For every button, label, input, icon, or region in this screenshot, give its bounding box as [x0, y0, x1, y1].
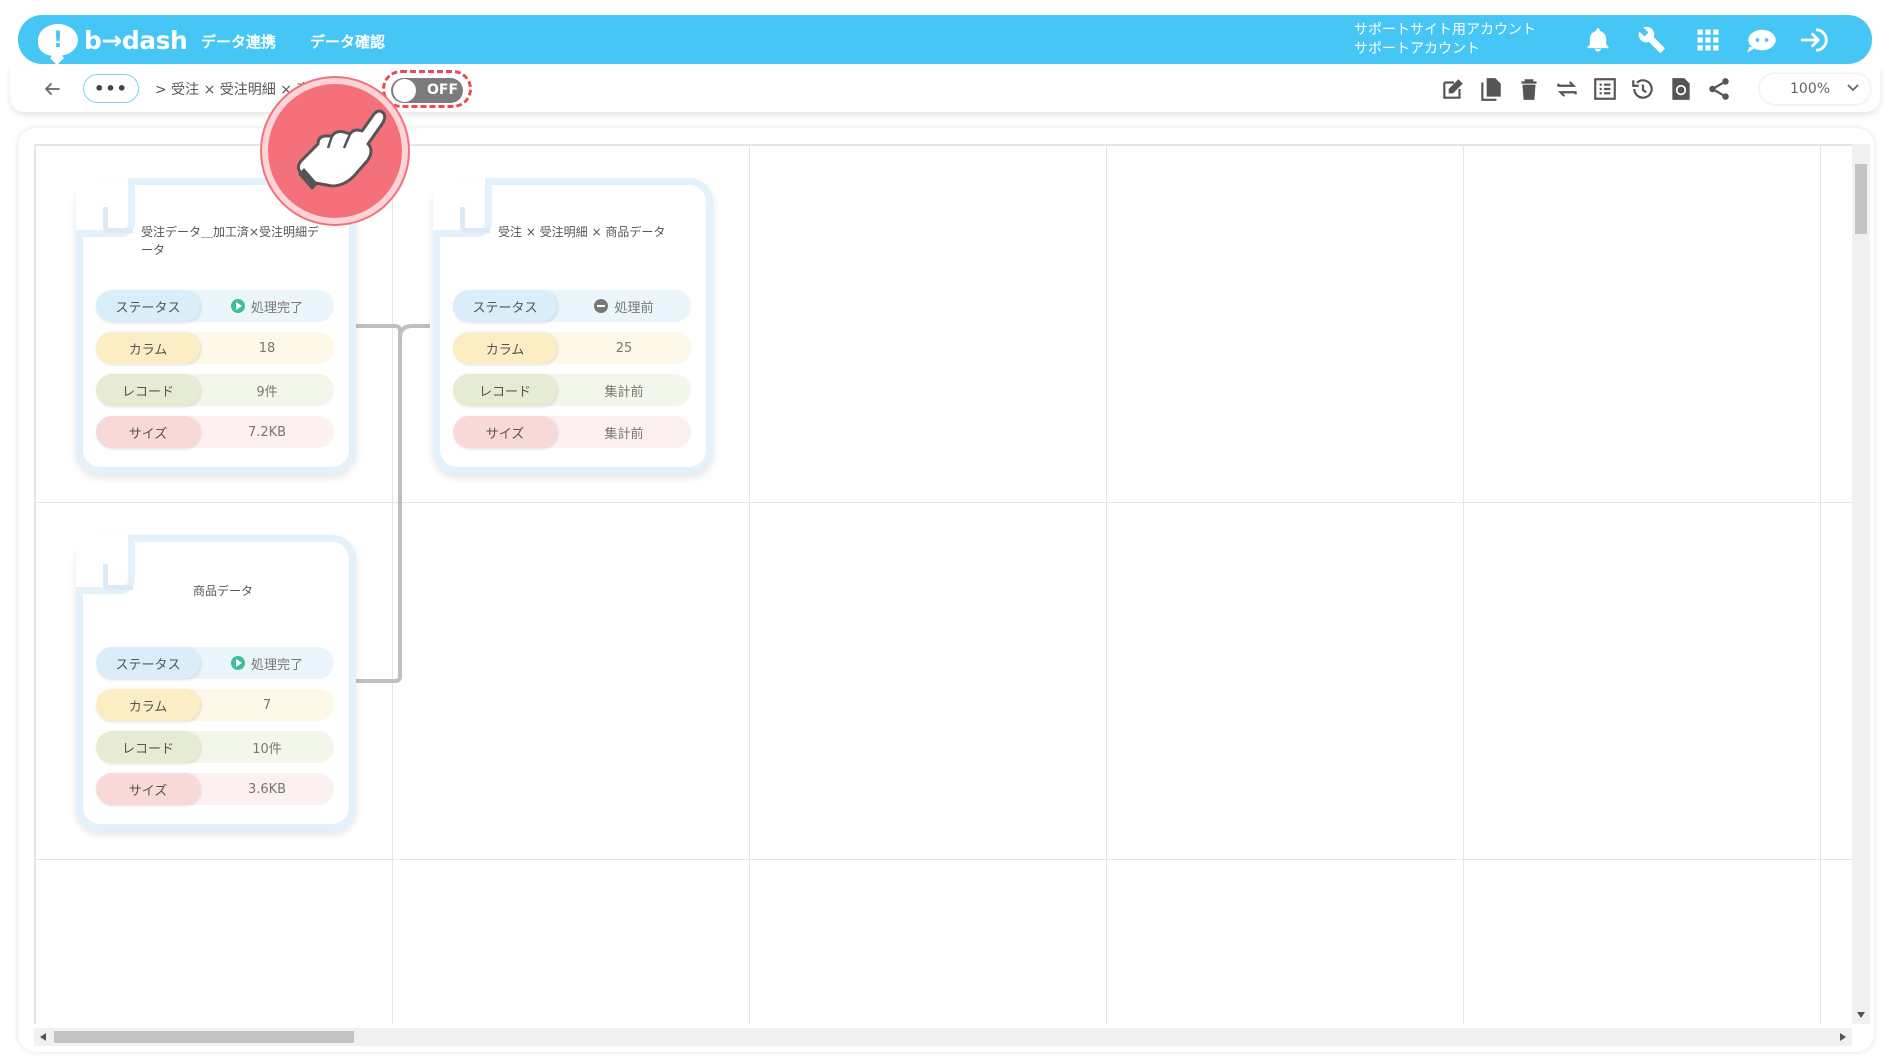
card-title: 商品データ — [192, 584, 253, 598]
status-text: 処理完了 — [250, 300, 303, 316]
size-row: サイズ 3.6KB — [96, 773, 334, 805]
status-row: ステータス 処理前 — [453, 290, 691, 322]
size-label: サイズ — [453, 416, 557, 448]
record-row: レコード 10件 — [96, 731, 334, 763]
zoom-value: 100% — [1790, 81, 1831, 97]
swap-icon[interactable] — [1554, 76, 1580, 102]
auto-run-toggle[interactable]: OFF — [382, 70, 472, 108]
nav-data-check[interactable]: データ確認 — [310, 31, 385, 52]
account-line1: サポートサイト用アカウント — [1354, 22, 1536, 38]
size-label: サイズ — [96, 773, 200, 805]
status-value: 処理完了 — [200, 647, 334, 679]
record-label: レコード — [96, 731, 200, 763]
record-label: レコード — [96, 374, 200, 406]
copy-icon[interactable] — [1478, 76, 1504, 102]
size-value: 集計前 — [604, 426, 644, 442]
column-row: カラム 7 — [96, 689, 334, 721]
record-row: レコード 集計前 — [453, 374, 691, 406]
scroll-right-arrow-icon[interactable] — [1840, 1033, 1846, 1041]
edit-icon[interactable] — [1440, 76, 1466, 102]
column-value: 18 — [258, 340, 276, 356]
status-label: ステータス — [453, 290, 557, 322]
file-fold-icon — [460, 207, 490, 233]
record-value: 集計前 — [604, 384, 644, 400]
status-done-icon — [230, 656, 245, 670]
size-row: サイズ 7.2KB — [96, 416, 334, 448]
vertical-scrollbar[interactable] — [1852, 144, 1870, 1024]
column-row: カラム 25 — [453, 332, 691, 364]
record-value: 9件 — [256, 384, 278, 400]
account-info[interactable]: サポートサイト用アカウント サポートアカウント — [1354, 21, 1536, 59]
status-text: 処理完了 — [250, 657, 303, 673]
toggle-track: OFF — [391, 78, 463, 103]
record-label: レコード — [453, 374, 557, 406]
column-label: カラム — [96, 689, 200, 721]
card-title: 受注 × 受注明細 × 商品データ — [498, 225, 666, 239]
status-text: 処理前 — [614, 300, 654, 316]
logo-mark-icon: ! — [38, 24, 78, 56]
refresh-icon[interactable] — [1668, 76, 1694, 102]
logout-icon[interactable] — [1800, 26, 1832, 54]
nav-data-integration[interactable]: データ連携 — [201, 31, 276, 52]
share-icon[interactable] — [1706, 76, 1732, 102]
chatbot-icon[interactable] — [1746, 26, 1778, 54]
grid-icon[interactable] — [1694, 26, 1722, 54]
status-row: ステータス 処理完了 — [96, 647, 334, 679]
column-label: カラム — [453, 332, 557, 364]
size-value: 3.6KB — [247, 781, 287, 797]
chevron-down-icon — [1847, 84, 1859, 92]
wrench-icon[interactable] — [1638, 26, 1666, 54]
file-fold-icon — [103, 207, 133, 233]
delete-icon[interactable] — [1516, 76, 1542, 102]
status-label: ステータス — [96, 290, 200, 322]
horizontal-scroll-thumb[interactable] — [54, 1031, 354, 1043]
history-icon[interactable] — [1630, 76, 1656, 102]
logo[interactable]: ! b→dash — [38, 23, 188, 57]
data-card-merged[interactable]: 受注 × 受注明細 × 商品データ ステータス 処理前 カラム 25 レコード … — [433, 178, 713, 474]
status-value: 処理完了 — [200, 290, 334, 322]
global-header: ! b→dash データ連携 データ確認 サポートサイト用アカウント サポートア… — [18, 15, 1872, 64]
back-arrow-icon[interactable] — [40, 77, 64, 101]
vertical-scroll-thumb[interactable] — [1855, 164, 1867, 234]
breadcrumb-more-button[interactable]: ••• — [83, 74, 139, 103]
flow-canvas[interactable]: 受注データ＿加工済×受注明細データ ステータス 処理完了 カラム 18 レコード… — [18, 128, 1874, 1052]
scroll-left-arrow-icon[interactable] — [40, 1033, 46, 1041]
status-label: ステータス — [96, 647, 200, 679]
zoom-select[interactable]: 100% — [1760, 74, 1870, 104]
status-done-icon — [230, 299, 245, 313]
list-icon[interactable] — [1592, 76, 1618, 102]
toggle-knob — [393, 79, 416, 102]
column-value: 7 — [262, 697, 272, 713]
bell-icon[interactable] — [1584, 26, 1612, 54]
status-pending-icon — [594, 299, 609, 313]
data-card-order-detail[interactable]: 受注データ＿加工済×受注明細データ ステータス 処理完了 カラム 18 レコード… — [76, 178, 356, 474]
status-value: 処理前 — [557, 290, 691, 322]
card-title: 受注データ＿加工済×受注明細データ — [141, 225, 320, 257]
record-row: レコード 9件 — [96, 374, 334, 406]
size-label: サイズ — [96, 416, 200, 448]
horizontal-scrollbar[interactable] — [34, 1028, 1852, 1046]
column-row: カラム 18 — [96, 332, 334, 364]
pointing-hand-icon — [262, 78, 408, 224]
data-card-product[interactable]: 商品データ ステータス 処理完了 カラム 7 レコード 10件 サイズ 3.6K… — [76, 535, 356, 831]
account-line2: サポートアカウント — [1354, 41, 1480, 57]
scroll-down-arrow-icon[interactable] — [1857, 1012, 1865, 1018]
column-value: 25 — [615, 340, 633, 356]
column-label: カラム — [96, 332, 200, 364]
app-root: ! b→dash データ連携 データ確認 サポートサイト用アカウント サポートア… — [0, 0, 1890, 1063]
record-value: 10件 — [252, 741, 282, 757]
status-row: ステータス 処理完了 — [96, 290, 334, 322]
size-row: サイズ 集計前 — [453, 416, 691, 448]
size-value: 7.2KB — [247, 424, 287, 440]
logo-text: b→dash — [84, 25, 188, 55]
toggle-label: OFF — [427, 82, 459, 98]
